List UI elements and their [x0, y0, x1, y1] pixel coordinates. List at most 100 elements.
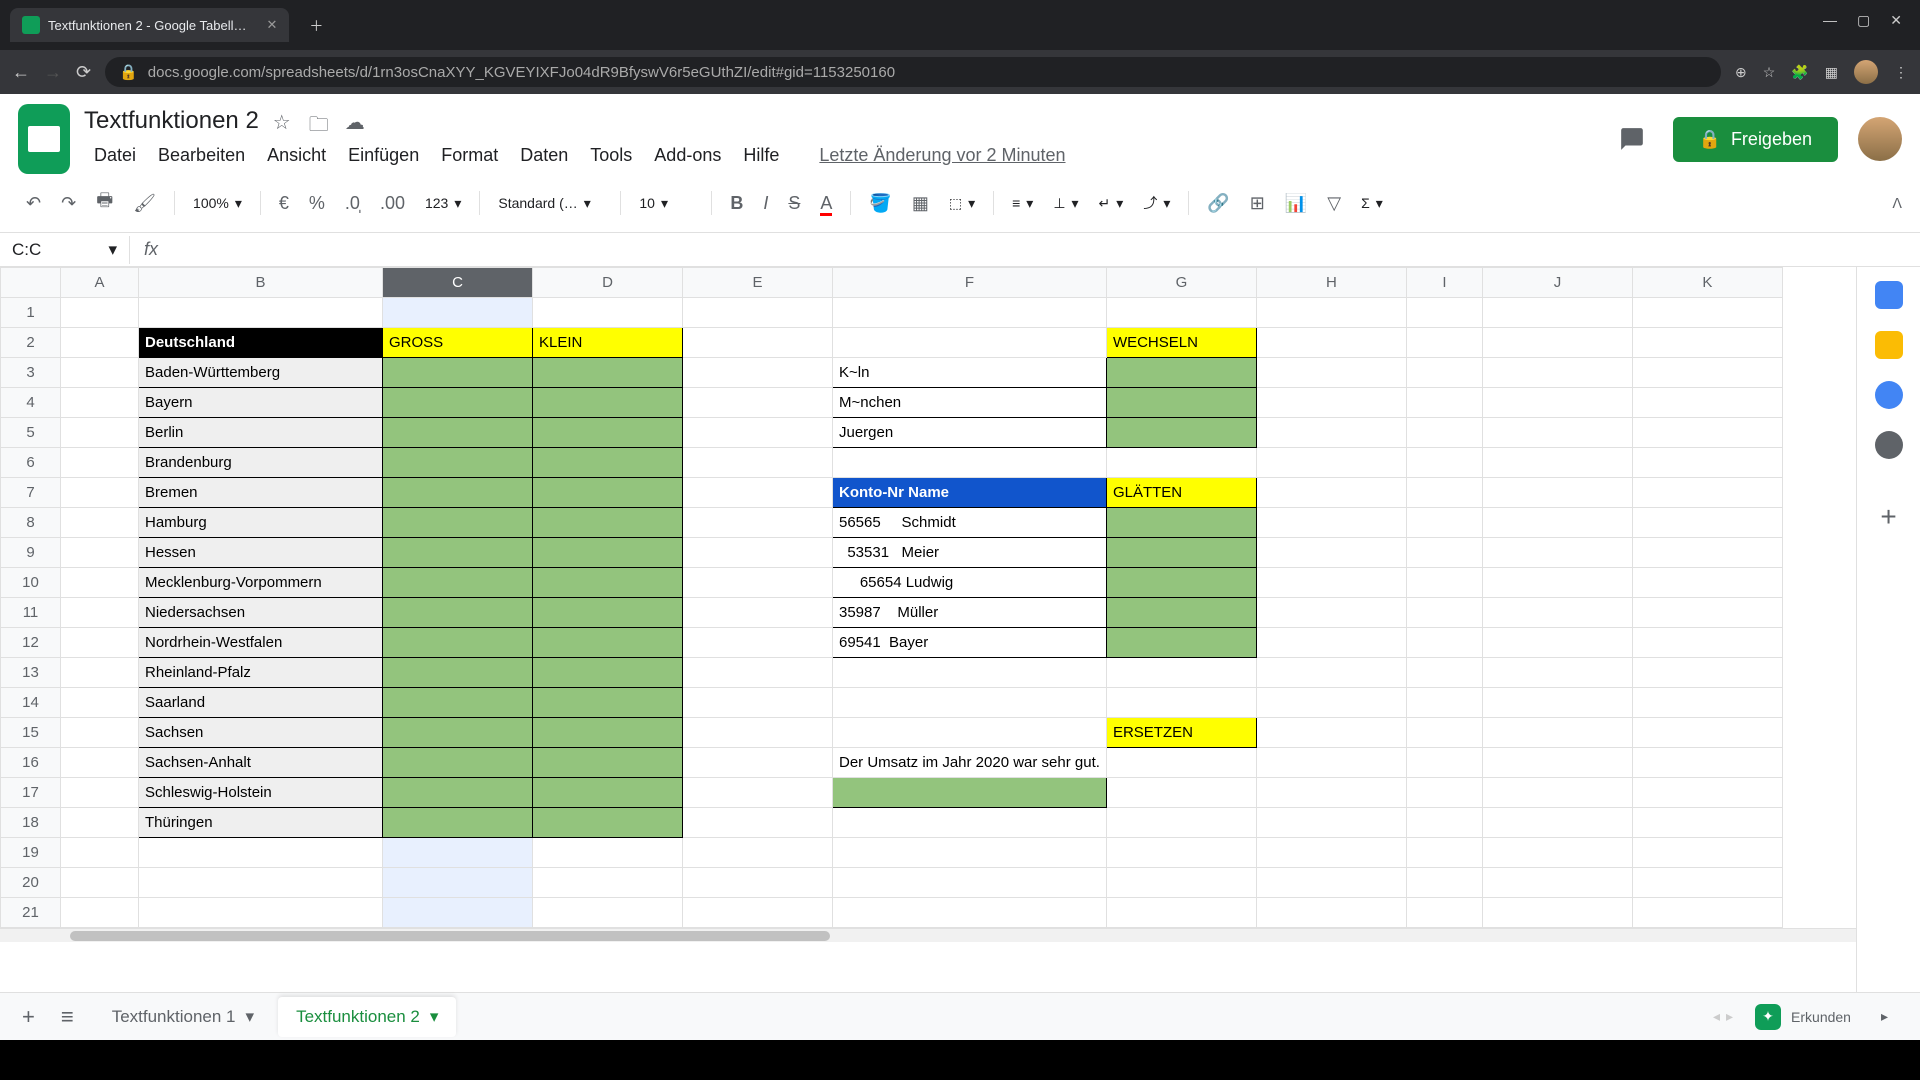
cell-F17[interactable]: [833, 778, 1107, 808]
cell-J10[interactable]: [1482, 568, 1632, 598]
cell-G9[interactable]: [1106, 538, 1256, 568]
cell-J19[interactable]: [1482, 838, 1632, 868]
menu-ansicht[interactable]: Ansicht: [257, 139, 336, 172]
row-header-5[interactable]: 5: [1, 418, 61, 448]
row-header-10[interactable]: 10: [1, 568, 61, 598]
cell-B4[interactable]: Bayern: [139, 388, 383, 418]
cell-A1[interactable]: [61, 298, 139, 328]
row-header-3[interactable]: 3: [1, 358, 61, 388]
cell-E19[interactable]: [683, 838, 833, 868]
cell-J2[interactable]: [1482, 328, 1632, 358]
cell-A12[interactable]: [61, 628, 139, 658]
cell-G21[interactable]: [1106, 898, 1256, 928]
cell-F11[interactable]: 35987 Müller: [833, 598, 1107, 628]
cell-B9[interactable]: Hessen: [139, 538, 383, 568]
column-header-E[interactable]: E: [683, 268, 833, 298]
cell-B12[interactable]: Nordrhein-Westfalen: [139, 628, 383, 658]
name-box[interactable]: C:C ▾: [0, 236, 130, 264]
cell-E3[interactable]: [683, 358, 833, 388]
row-header-19[interactable]: 19: [1, 838, 61, 868]
cell-I13[interactable]: [1406, 658, 1482, 688]
cell-B7[interactable]: Bremen: [139, 478, 383, 508]
column-header-B[interactable]: B: [139, 268, 383, 298]
cell-J21[interactable]: [1482, 898, 1632, 928]
cell-A4[interactable]: [61, 388, 139, 418]
cell-G18[interactable]: [1106, 808, 1256, 838]
cell-H16[interactable]: [1256, 748, 1406, 778]
cell-A21[interactable]: [61, 898, 139, 928]
functions-select[interactable]: Σ ▾: [1353, 191, 1391, 216]
cell-K3[interactable]: [1632, 358, 1782, 388]
cell-G12[interactable]: [1106, 628, 1256, 658]
cell-F18[interactable]: [833, 808, 1107, 838]
cell-G17[interactable]: [1106, 778, 1256, 808]
cell-A8[interactable]: [61, 508, 139, 538]
comment-insert-icon[interactable]: ⊞: [1242, 187, 1273, 220]
cell-I19[interactable]: [1406, 838, 1482, 868]
cell-I17[interactable]: [1406, 778, 1482, 808]
menu-tools[interactable]: Tools: [580, 139, 642, 172]
cell-I6[interactable]: [1406, 448, 1482, 478]
row-header-4[interactable]: 4: [1, 388, 61, 418]
cell-E14[interactable]: [683, 688, 833, 718]
column-header-C[interactable]: C: [383, 268, 533, 298]
row-header-2[interactable]: 2: [1, 328, 61, 358]
formula-input[interactable]: [172, 233, 1920, 266]
cell-K8[interactable]: [1632, 508, 1782, 538]
cell-H15[interactable]: [1256, 718, 1406, 748]
row-header-8[interactable]: 8: [1, 508, 61, 538]
cell-F5[interactable]: Juergen: [833, 418, 1107, 448]
cell-I3[interactable]: [1406, 358, 1482, 388]
cell-C21[interactable]: [383, 898, 533, 928]
cell-C18[interactable]: [383, 808, 533, 838]
cell-G3[interactable]: [1106, 358, 1256, 388]
cell-D3[interactable]: [533, 358, 683, 388]
rotate-select[interactable]: ⤴ ▾: [1135, 189, 1178, 217]
cell-K1[interactable]: [1632, 298, 1782, 328]
cell-H12[interactable]: [1256, 628, 1406, 658]
add-addon-icon[interactable]: +: [1880, 501, 1896, 533]
row-header-9[interactable]: 9: [1, 538, 61, 568]
cell-F21[interactable]: [833, 898, 1107, 928]
spreadsheet-grid[interactable]: ABCDEFGHIJK12DeutschlandGROSSKLEINWECHSE…: [0, 267, 1856, 992]
cell-J12[interactable]: [1482, 628, 1632, 658]
cell-E15[interactable]: [683, 718, 833, 748]
last-edit-link[interactable]: Letzte Änderung vor 2 Minuten: [819, 145, 1065, 166]
cell-E6[interactable]: [683, 448, 833, 478]
filter-icon[interactable]: ▽: [1319, 187, 1349, 220]
cell-B3[interactable]: Baden-Württemberg: [139, 358, 383, 388]
cell-D8[interactable]: [533, 508, 683, 538]
cell-B19[interactable]: [139, 838, 383, 868]
row-header-18[interactable]: 18: [1, 808, 61, 838]
cell-J14[interactable]: [1482, 688, 1632, 718]
decimal-decrease-icon[interactable]: .0̩: [337, 187, 368, 220]
row-header-6[interactable]: 6: [1, 448, 61, 478]
cell-E12[interactable]: [683, 628, 833, 658]
row-header-17[interactable]: 17: [1, 778, 61, 808]
cell-B6[interactable]: Brandenburg: [139, 448, 383, 478]
column-header-G[interactable]: G: [1106, 268, 1256, 298]
cell-C5[interactable]: [383, 418, 533, 448]
cell-C3[interactable]: [383, 358, 533, 388]
currency-icon[interactable]: €: [271, 187, 297, 220]
cell-G7[interactable]: GLÄTTEN: [1106, 478, 1256, 508]
cell-H19[interactable]: [1256, 838, 1406, 868]
cell-I8[interactable]: [1406, 508, 1482, 538]
cell-H20[interactable]: [1256, 868, 1406, 898]
cell-D2[interactable]: KLEIN: [533, 328, 683, 358]
contacts-icon[interactable]: [1875, 431, 1903, 459]
cell-H5[interactable]: [1256, 418, 1406, 448]
browser-profile-avatar[interactable]: [1854, 60, 1878, 84]
cell-H2[interactable]: [1256, 328, 1406, 358]
column-header-H[interactable]: H: [1256, 268, 1406, 298]
cell-K14[interactable]: [1632, 688, 1782, 718]
move-icon[interactable]: 🗀: [309, 110, 331, 132]
cell-D13[interactable]: [533, 658, 683, 688]
cell-H1[interactable]: [1256, 298, 1406, 328]
cloud-status-icon[interactable]: ☁: [345, 110, 367, 132]
url-input[interactable]: 🔒 docs.google.com/spreadsheets/d/1rn3osC…: [105, 57, 1721, 87]
cell-H6[interactable]: [1256, 448, 1406, 478]
zoom-icon[interactable]: ⊕: [1735, 64, 1747, 81]
cell-G5[interactable]: [1106, 418, 1256, 448]
cell-H4[interactable]: [1256, 388, 1406, 418]
